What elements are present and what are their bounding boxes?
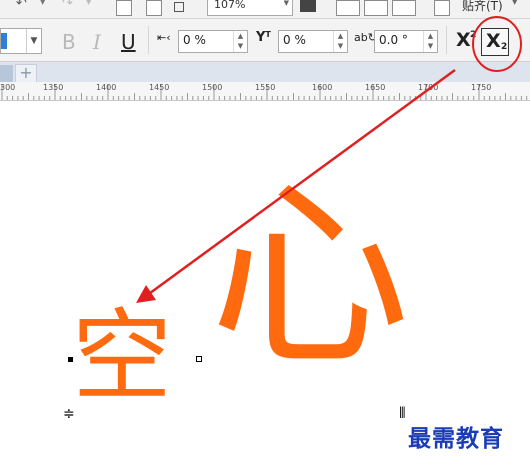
publish-icon[interactable] [174,2,184,12]
font-size-selection [1,33,7,49]
char-rotation-spinner[interactable]: 0.0 ° ▲ ▼ [374,30,438,53]
add-document-button[interactable]: + [15,64,37,83]
font-size-combo[interactable]: ▼ [0,28,42,54]
bold-button[interactable]: B [62,30,76,54]
redo-icon[interactable]: ↷ [62,0,73,11]
italic-button[interactable]: I [93,30,101,54]
undo-icon[interactable]: ↶ [16,0,27,11]
zoom-value: 107% [214,0,246,11]
grid-button[interactable] [364,0,388,16]
font-size-dropdown-icon[interactable]: ▼ [26,29,41,53]
superscript-button[interactable]: X 2 [452,28,478,54]
guides-button[interactable] [392,0,416,16]
separator [148,26,149,54]
document-tab[interactable] [0,65,13,82]
char-spacing-spinner[interactable]: 0 % ▲ ▼ [178,30,248,53]
horizontal-ruler[interactable]: 300 1350 1400 1450 1500 1550 1600 1650 1… [0,82,530,101]
separator [446,26,447,54]
ruler-label: 1350 [43,83,64,92]
baseline-shift-value: 0 % [283,33,306,47]
snap-menu[interactable]: 贴齐(T) [462,0,503,14]
text-frame-handle-icon[interactable]: ⦀ [399,406,406,421]
ruler-label: 1700 [418,83,439,92]
subscript-small: 2 [501,42,508,52]
document-tab-strip: + [0,62,530,83]
undo-dropdown-icon[interactable]: ▼ [40,0,45,6]
fullscreen-icon[interactable] [300,0,316,12]
zoom-dropdown-icon[interactable]: ▼ [284,0,289,7]
subscript-button[interactable]: X 2 [481,28,509,56]
baseline-shift-arrows[interactable]: ▲ ▼ [333,31,347,52]
char-spacing-arrows[interactable]: ▲ ▼ [233,31,247,52]
subscript-main: X [486,30,501,52]
canvas-text-small[interactable]: 空 [72,302,172,412]
char-rotation-arrows[interactable]: ▲ ▼ [423,31,437,52]
ruler-label: 1550 [255,83,276,92]
text-baseline-handle-icon[interactable]: ≑ [63,407,75,421]
ruler-label: 1650 [365,83,386,92]
superscript-main: X [456,29,471,51]
ruler-label: 1500 [202,83,223,92]
ruler-label: 1600 [312,83,333,92]
snap-dropdown-icon[interactable]: ▼ [512,0,517,6]
snap-icon-button[interactable] [434,0,450,16]
ruler-label: 1400 [96,83,117,92]
char-spacing-icon: ⇤‹ [157,31,171,44]
export-button[interactable] [146,0,162,16]
ruler-label: 1450 [149,83,170,92]
superscript-small: 2 [470,30,477,40]
selection-handle[interactable] [196,356,202,362]
baseline-shift-spinner[interactable]: 0 % ▲ ▼ [278,30,348,53]
redo-dropdown-icon[interactable]: ▼ [86,0,91,6]
baseline-shift-icon: YT [256,30,271,45]
import-button[interactable] [116,0,132,16]
canvas-text-large[interactable]: 心 [210,178,410,378]
ruler-label: 1750 [471,83,492,92]
top-toolbar: ↶ ▼ ↷ ▼ 107% ▼ 贴齐(T) ▼ [0,0,530,19]
zoom-combo[interactable]: 107% ▼ [207,0,293,16]
watermark: 最需教育 [408,425,504,452]
selection-handle[interactable] [68,357,73,362]
char-rotation-value: 0.0 ° [379,33,408,47]
rulers-button[interactable] [336,0,360,16]
underline-button[interactable]: U [121,30,136,54]
char-spacing-value: 0 % [183,33,206,47]
ruler-label: 300 [0,83,16,92]
